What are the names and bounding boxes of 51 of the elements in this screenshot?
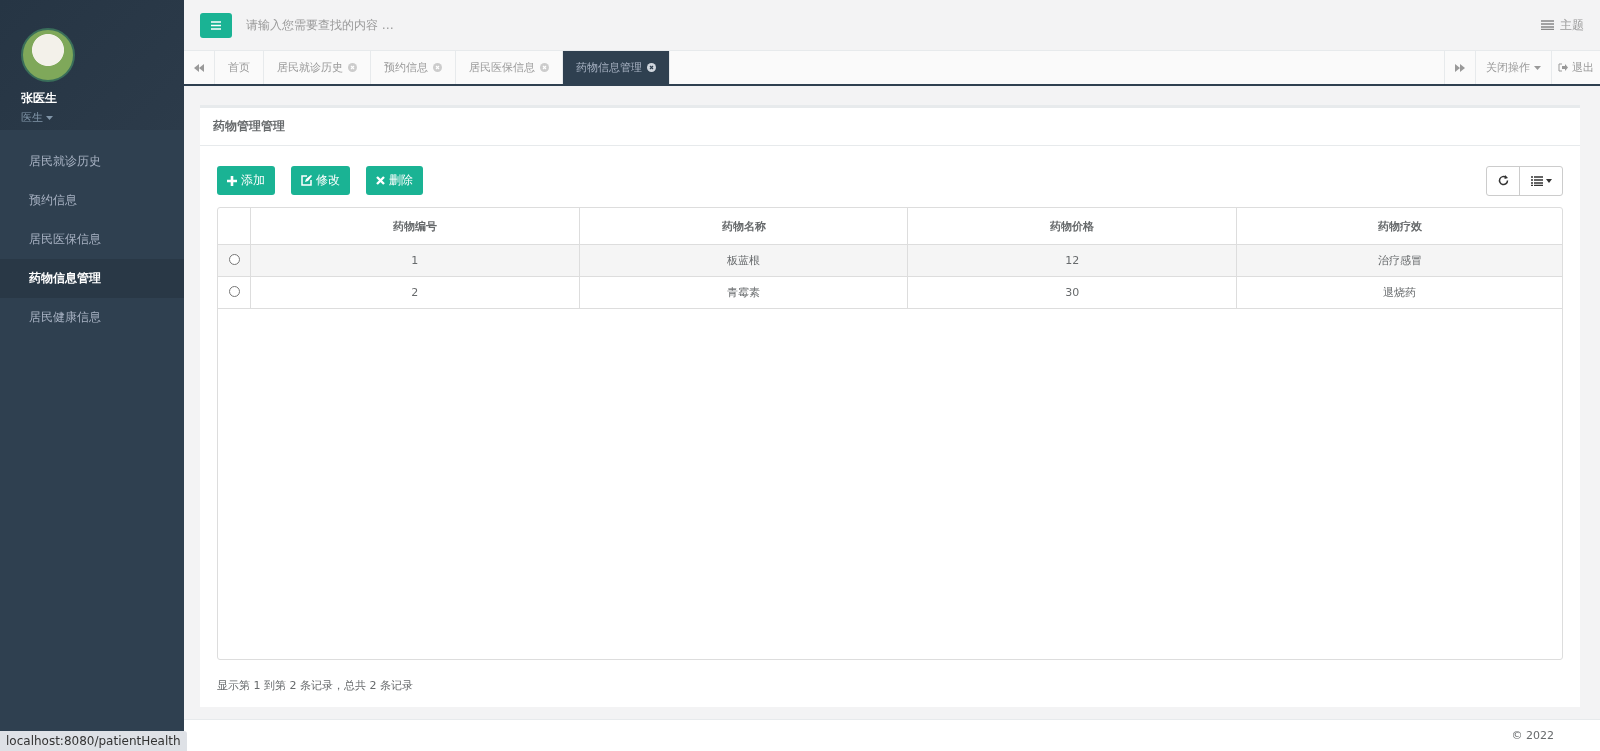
column-header[interactable]: 药物疗效 (1236, 208, 1562, 245)
table-cell: 治疗感冒 (1236, 244, 1562, 277)
table-cell: 2 (250, 276, 580, 309)
close-icon[interactable] (647, 63, 656, 72)
table-cell: 退烧药 (1236, 276, 1562, 309)
user-name: 张医生 (21, 90, 58, 107)
close-icon (376, 176, 385, 185)
delete-button[interactable]: 删除 (366, 166, 423, 195)
edit-button[interactable]: 修改 (291, 166, 350, 195)
status-url: localhost:8080/patientHealth (0, 731, 187, 751)
double-right-arrow-icon (1455, 63, 1465, 72)
table-cell: 板蓝根 (579, 244, 908, 277)
lines-icon (1541, 20, 1554, 30)
menu-icon (211, 20, 221, 30)
caret-icon (46, 115, 53, 120)
sign-out-icon (1558, 63, 1568, 72)
table-cell: 青霉素 (579, 276, 908, 309)
table-cell: 30 (907, 276, 1237, 309)
plus-icon (227, 175, 237, 186)
add-button[interactable]: 添加 (217, 166, 275, 195)
refresh-icon (1497, 175, 1509, 186)
tab[interactable]: 药物信息管理 (563, 51, 670, 84)
search-field[interactable]: 请输入您需要查找的内容 … (244, 17, 648, 33)
sidebar-item[interactable]: 居民健康信息 (0, 298, 184, 337)
sidebar-item[interactable]: 药物信息管理 (0, 259, 184, 298)
caret-icon (1545, 178, 1552, 183)
sidebar-item[interactable]: 居民医保信息 (0, 220, 184, 259)
column-header[interactable]: 药物名称 (579, 208, 908, 245)
row-radio[interactable] (228, 285, 240, 297)
row-radio[interactable] (228, 253, 240, 265)
panel-title: 药物管理管理 (200, 108, 1580, 146)
theme-link[interactable]: 主题 (1541, 16, 1584, 34)
sidebar-item[interactable]: 居民就诊历史 (0, 142, 184, 181)
tab[interactable]: 居民就诊历史 (264, 51, 371, 84)
column-header[interactable]: 药物编号 (250, 208, 580, 245)
tab[interactable]: 预约信息 (371, 51, 456, 84)
pagination-info: 显示第 1 到第 2 条记录，总共 2 条记录 (217, 678, 414, 693)
scroll-right-button[interactable] (1444, 51, 1476, 84)
double-left-arrow-icon (194, 63, 204, 72)
column-header[interactable]: 药物价格 (907, 208, 1237, 245)
table-cell: 12 (907, 244, 1237, 277)
menu-button[interactable] (200, 12, 232, 38)
tab[interactable]: 首页 (215, 51, 264, 84)
sidebar-item[interactable]: 预约信息 (0, 181, 184, 220)
edit-icon (301, 175, 312, 186)
copyright-text: © 2022 (1511, 729, 1554, 742)
table-cell: 1 (250, 244, 580, 277)
avatar[interactable] (21, 28, 75, 82)
caret-icon (1534, 65, 1541, 70)
user-role-dropdown[interactable]: 医生 (21, 110, 184, 125)
list-icon (1530, 175, 1543, 186)
